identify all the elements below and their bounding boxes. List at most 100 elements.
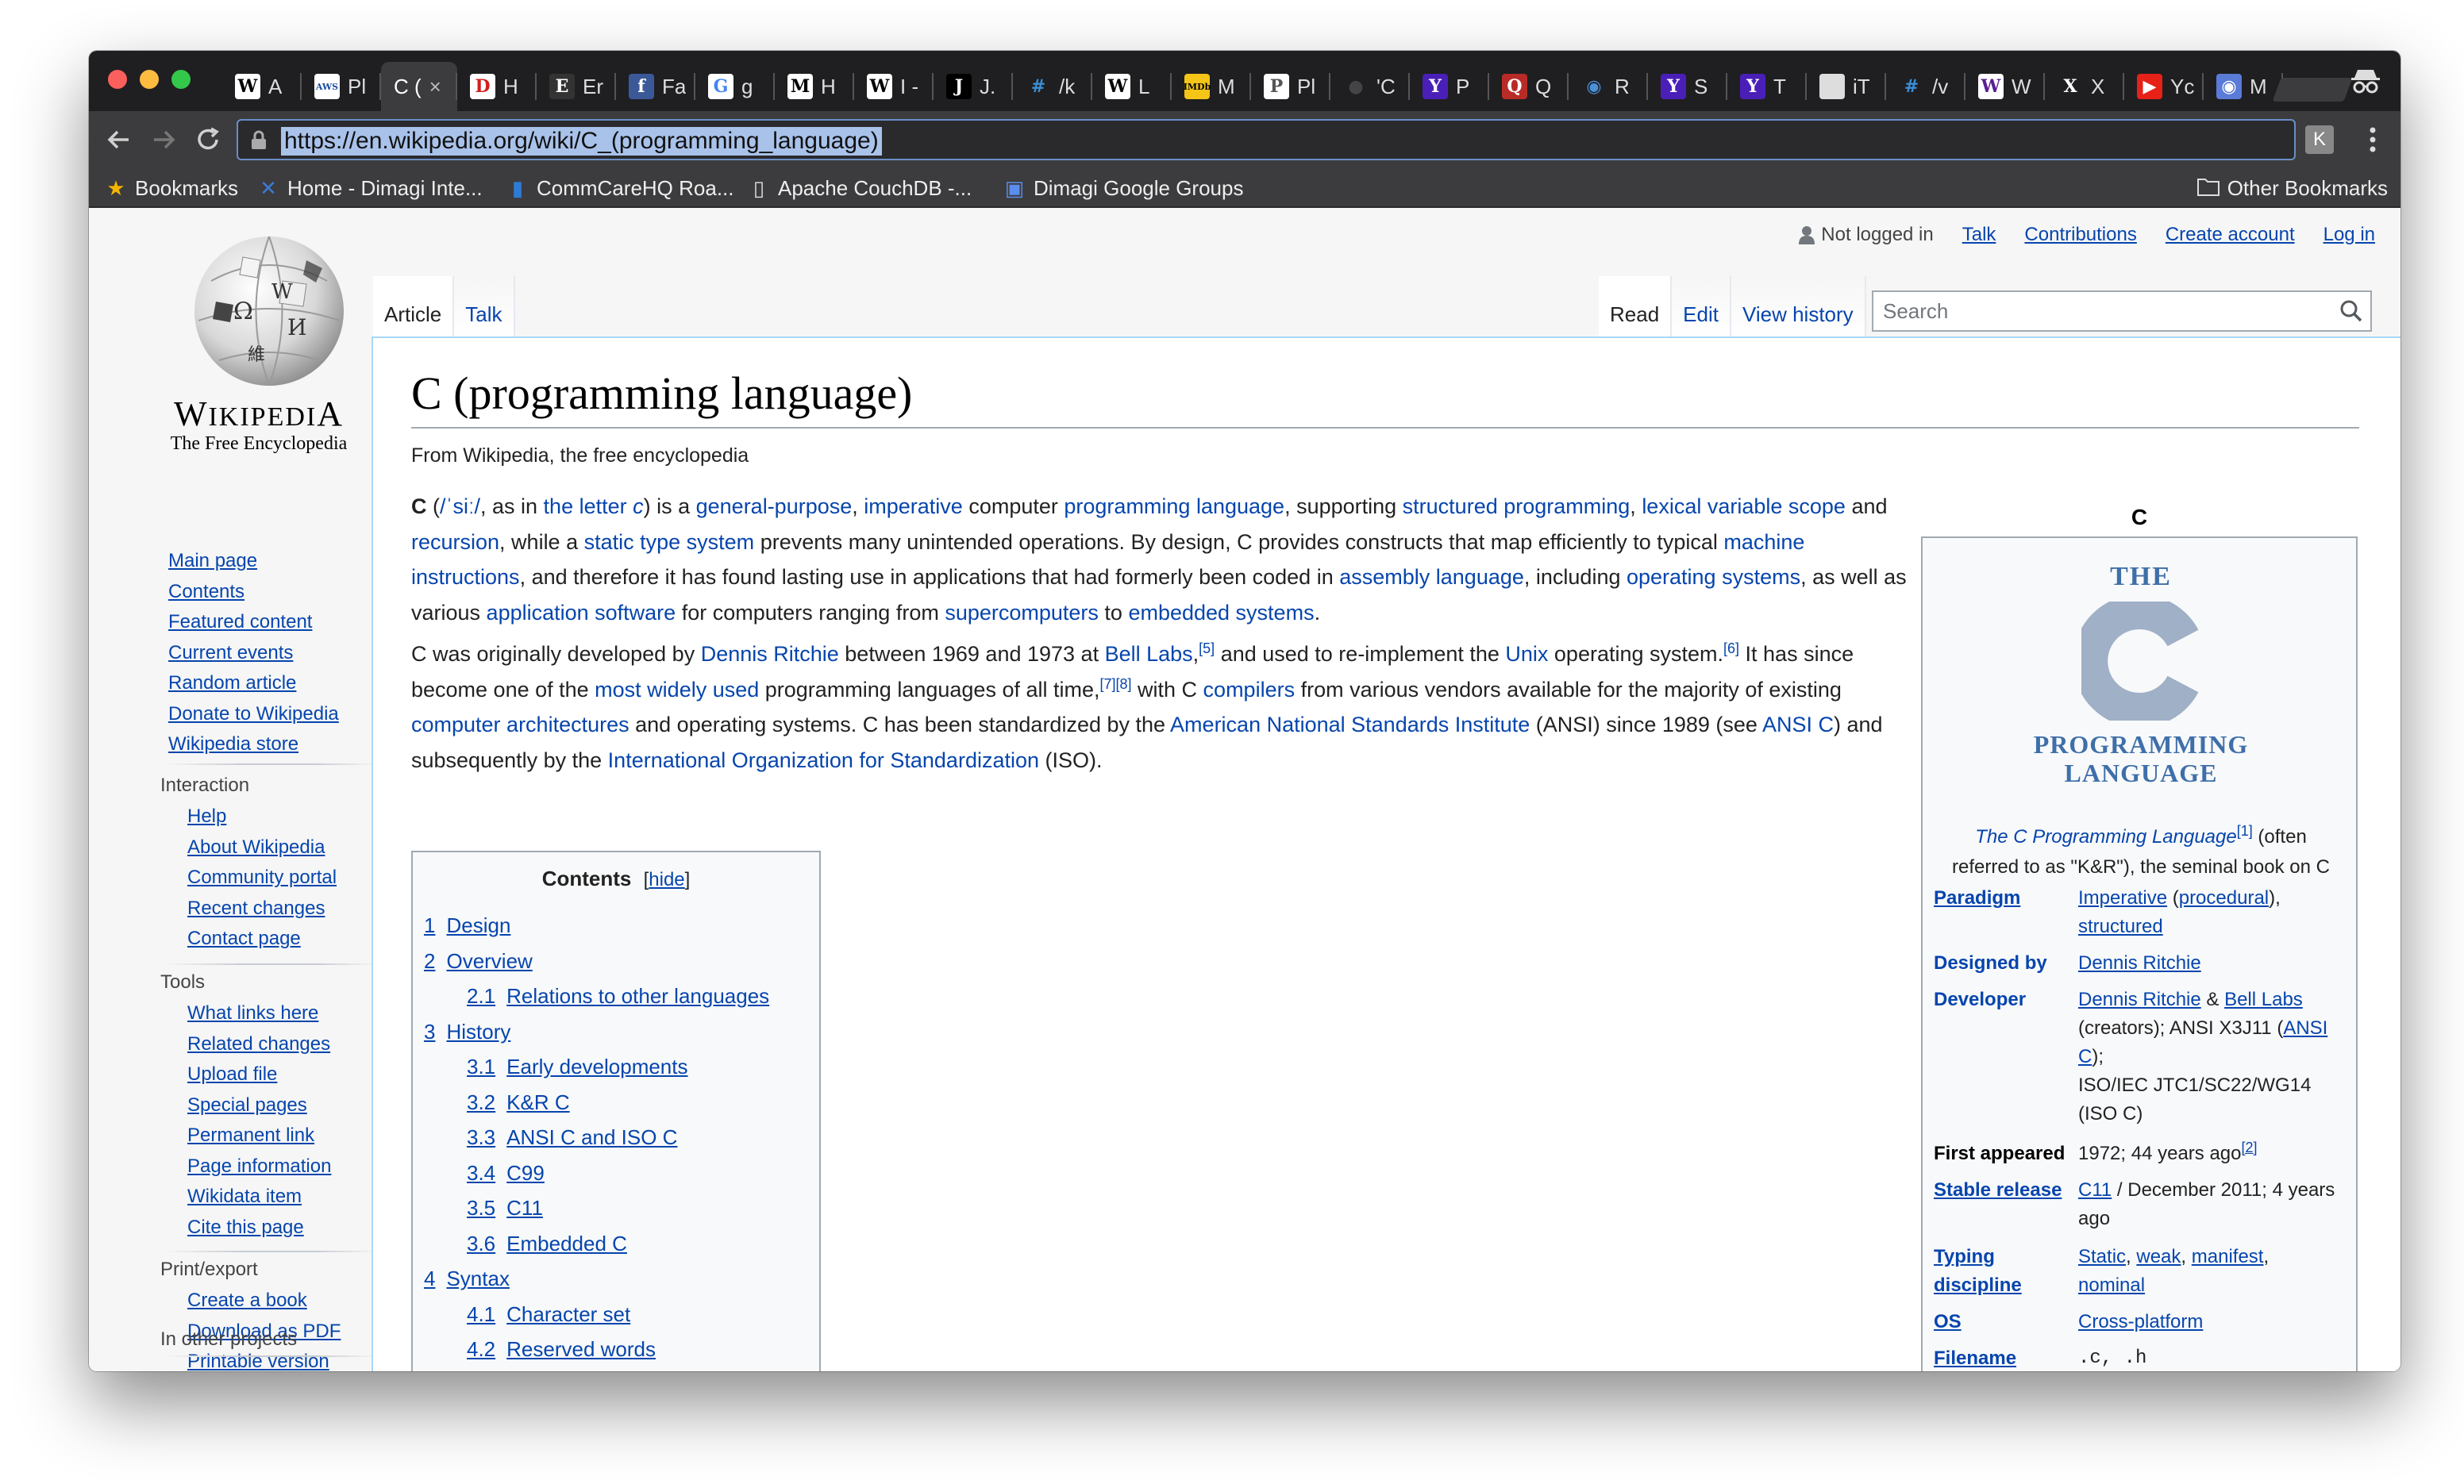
toc-number: 3.2 xyxy=(467,1090,496,1114)
browser-tab[interactable]: WW xyxy=(1965,62,2045,111)
personal-link[interactable]: Log in xyxy=(2323,224,2375,245)
incognito-icon[interactable] xyxy=(2350,67,2381,95)
browser-tab[interactable]: ● 'C xyxy=(1330,62,1410,111)
toc-item[interactable]: 3.6 Embedded C xyxy=(424,1226,769,1262)
browser-tab[interactable]: C (× xyxy=(381,62,457,111)
bookmark-item[interactable]: ★ Bookmarks xyxy=(105,175,238,202)
toc-number: 3.1 xyxy=(467,1055,496,1078)
tab-favicon-icon: X xyxy=(2058,74,2083,99)
typing-discipline-label[interactable]: Typing discipline xyxy=(1934,1243,2077,1300)
toc-item[interactable]: 3.4 C99 xyxy=(424,1155,769,1191)
toc-text: C99 xyxy=(506,1160,545,1185)
personal-link[interactable]: Create account xyxy=(2166,224,2295,245)
tab-talk[interactable]: Talk xyxy=(454,276,515,338)
tab-edit[interactable]: Edit xyxy=(1672,276,1731,338)
browser-tab[interactable]: ▶ Yc xyxy=(2124,62,2204,111)
bookmark-item[interactable]: ▯ Apache CouchDB -... xyxy=(748,175,972,202)
other-bookmarks[interactable]: Other Bookmarks xyxy=(2196,175,2388,202)
bookmark-item[interactable]: ▣ Dimagi Google Groups xyxy=(1003,175,1244,202)
back-button[interactable] xyxy=(102,122,137,157)
toc-text: Character set xyxy=(506,1301,631,1326)
browser-tab[interactable]: YS xyxy=(1648,62,1727,111)
browser-tab[interactable]: E Er xyxy=(537,62,616,111)
maximize-window-button[interactable] xyxy=(171,70,191,89)
search-input[interactable]: Search xyxy=(1872,290,2372,332)
svg-text:Ω: Ω xyxy=(233,298,253,325)
book-cover-image[interactable]: THE PROGRAMMING LANGUAGE xyxy=(1994,562,2288,800)
toc-item[interactable]: 4.3Operators xyxy=(424,1367,769,1372)
forward-button[interactable] xyxy=(146,122,181,157)
tab-title: R xyxy=(1615,74,1630,98)
browser-tab[interactable]: Gg xyxy=(695,62,775,111)
extension-k-icon[interactable]: K xyxy=(2305,125,2334,154)
toc-item[interactable]: 3 History xyxy=(424,1014,769,1050)
bookmark-item[interactable]: ▮ CommCareHQ Roa... xyxy=(506,175,734,202)
toc-item[interactable]: 4 Syntax xyxy=(424,1261,769,1297)
address-bar[interactable]: https://en.wikipedia.org/wiki/C_(program… xyxy=(237,119,2296,160)
ipa-link[interactable]: /ˈsiː/ xyxy=(440,494,480,518)
toc-item[interactable]: 4.2 Reserved words xyxy=(424,1332,769,1367)
browser-tab[interactable]: ◉ M xyxy=(2204,62,2283,111)
bookmark-item[interactable]: ✕ Home - Dimagi Inte... xyxy=(257,175,483,202)
cover-title: PROGRAMMING LANGUAGE xyxy=(1994,730,2288,787)
toc-text: Relations to other languages xyxy=(506,984,770,1008)
url-text[interactable]: https://en.wikipedia.org/wiki/C_(program… xyxy=(281,127,882,156)
toc-item[interactable]: 4.1 Character set xyxy=(424,1297,769,1332)
search-icon[interactable] xyxy=(2337,297,2366,325)
toc-item[interactable]: 2.1 Relations to other languages xyxy=(424,978,769,1014)
book-link[interactable]: The C Programming Language xyxy=(1975,826,2237,848)
menu-icon[interactable] xyxy=(2361,122,2385,157)
toc-number: 4.1 xyxy=(467,1301,496,1326)
tab-title: Q xyxy=(1535,74,1552,98)
tab-title: Yc xyxy=(2170,74,2195,98)
bookmark-icon: ★ xyxy=(106,176,125,200)
ref-1[interactable]: [1] xyxy=(2237,823,2253,839)
tab-read[interactable]: Read xyxy=(1599,276,1673,338)
browser-tab[interactable]: YP xyxy=(1410,62,1489,111)
paradigm-label[interactable]: Paradigm xyxy=(1934,884,2077,913)
browser-tab[interactable]: iT xyxy=(1807,62,1886,111)
toc-item[interactable]: 3.3 ANSI C and ISO C xyxy=(424,1120,769,1155)
browser-tab[interactable]: f Fa xyxy=(616,62,695,111)
new-tab-button[interactable] xyxy=(2272,78,2353,102)
tab-close-icon[interactable]: × xyxy=(429,75,441,99)
personal-link[interactable]: Talk xyxy=(1962,224,1996,245)
reload-button[interactable] xyxy=(191,122,225,157)
browser-tab[interactable]: AWS Pl xyxy=(302,62,381,111)
tab-title: 'C xyxy=(1376,74,1396,98)
browser-tab[interactable]: WL xyxy=(1092,62,1172,111)
browser-tab[interactable]: MH xyxy=(775,62,854,111)
stable-release-label[interactable]: Stable release xyxy=(1934,1176,2077,1205)
tab-favicon-icon: G xyxy=(708,74,733,99)
browser-tab[interactable]: YT xyxy=(1727,62,1807,111)
filename-extensions-label[interactable]: Filenameextensions xyxy=(1934,1344,2077,1371)
browser-tab[interactable]: DH xyxy=(457,62,537,111)
browser-tab[interactable]: # /k xyxy=(1013,62,1092,111)
browser-tab[interactable]: WA xyxy=(222,62,302,111)
browser-tab[interactable]: QQ xyxy=(1489,62,1569,111)
close-window-button[interactable] xyxy=(108,70,127,89)
toc-item[interactable]: 3.2 K&R C xyxy=(424,1085,769,1121)
os-label[interactable]: OS xyxy=(1934,1308,2077,1336)
browser-tab[interactable]: WI - xyxy=(854,62,934,111)
personal-link[interactable]: Contributions xyxy=(2024,224,2136,245)
browser-tab[interactable]: # /v xyxy=(1886,62,1965,111)
browser-tab[interactable]: XX xyxy=(2045,62,2124,111)
tab-favicon-icon: E xyxy=(549,74,575,99)
browser-tab[interactable]: IMDb M xyxy=(1172,62,1251,111)
tab-favicon-icon: J xyxy=(946,74,972,99)
toc-item[interactable]: 1 Design xyxy=(424,908,769,944)
browser-tab[interactable]: P Pl xyxy=(1251,62,1330,111)
toc-hide-link[interactable]: hide xyxy=(649,869,684,890)
browser-tab[interactable]: ◉ R xyxy=(1569,62,1648,111)
tab-article[interactable]: Article xyxy=(373,276,455,338)
tab-view-history[interactable]: View history xyxy=(1731,276,1866,338)
wikipedia-logo[interactable]: Ω W И 維 WIKIPEDIA The Free Encyclopedia xyxy=(140,233,347,456)
toc-item[interactable]: 3.5 C11 xyxy=(424,1190,769,1226)
browser-tab[interactable]: J J. xyxy=(934,62,1013,111)
filename-extensions-value: .c, .h xyxy=(2078,1348,2147,1369)
toc-item[interactable]: 3.1 Early developments xyxy=(424,1049,769,1085)
toc-item[interactable]: 2 Overview xyxy=(424,944,769,979)
minimize-window-button[interactable] xyxy=(140,70,159,89)
tab-favicon-icon: ▶ xyxy=(2137,74,2162,99)
